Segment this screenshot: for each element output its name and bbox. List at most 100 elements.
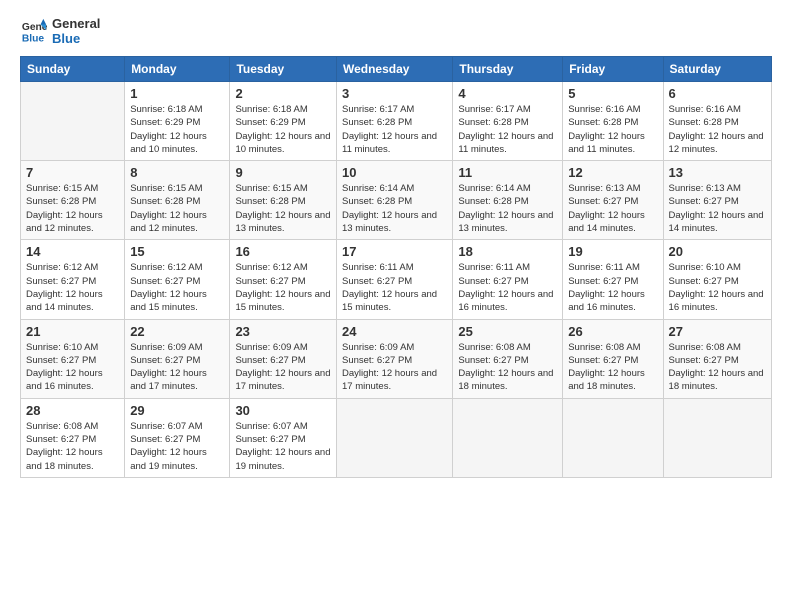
calendar-cell: 6 Sunrise: 6:16 AMSunset: 6:28 PMDaylight… [663,82,771,161]
day-info: Sunrise: 6:10 AMSunset: 6:27 PMDaylight:… [669,261,766,314]
calendar-cell: 9 Sunrise: 6:15 AMSunset: 6:28 PMDaylight… [230,161,337,240]
day-number: 12 [568,165,657,180]
calendar-cell: 25 Sunrise: 6:08 AMSunset: 6:27 PMDayligh… [453,319,563,398]
calendar-cell [21,82,125,161]
day-number: 30 [235,403,331,418]
logo-line1: General [52,16,100,31]
day-number: 8 [130,165,224,180]
calendar-cell: 13 Sunrise: 6:13 AMSunset: 6:27 PMDayligh… [663,161,771,240]
header-saturday: Saturday [663,57,771,82]
calendar-week-5: 28 Sunrise: 6:08 AMSunset: 6:27 PMDayligh… [21,398,772,477]
day-info: Sunrise: 6:16 AMSunset: 6:28 PMDaylight:… [568,103,657,156]
day-number: 28 [26,403,119,418]
day-info: Sunrise: 6:10 AMSunset: 6:27 PMDaylight:… [26,341,119,394]
day-info: Sunrise: 6:08 AMSunset: 6:27 PMDaylight:… [26,420,119,473]
day-info: Sunrise: 6:07 AMSunset: 6:27 PMDaylight:… [235,420,331,473]
calendar-cell: 26 Sunrise: 6:08 AMSunset: 6:27 PMDayligh… [563,319,663,398]
calendar-cell: 17 Sunrise: 6:11 AMSunset: 6:27 PMDayligh… [336,240,452,319]
calendar-cell: 1 Sunrise: 6:18 AMSunset: 6:29 PMDaylight… [125,82,230,161]
calendar-cell: 10Sunrise: 6:14 AMSunset: 6:28 PMDayligh… [336,161,452,240]
calendar-cell: 5 Sunrise: 6:16 AMSunset: 6:28 PMDaylight… [563,82,663,161]
day-info: Sunrise: 6:16 AMSunset: 6:28 PMDaylight:… [669,103,766,156]
calendar-week-3: 14 Sunrise: 6:12 AMSunset: 6:27 PMDayligh… [21,240,772,319]
calendar-week-2: 7 Sunrise: 6:15 AMSunset: 6:28 PMDaylight… [21,161,772,240]
day-info: Sunrise: 6:18 AMSunset: 6:29 PMDaylight:… [235,103,331,156]
day-info: Sunrise: 6:12 AMSunset: 6:27 PMDaylight:… [130,261,224,314]
day-number: 13 [669,165,766,180]
calendar-cell: 7 Sunrise: 6:15 AMSunset: 6:28 PMDaylight… [21,161,125,240]
day-number: 19 [568,244,657,259]
day-number: 23 [235,324,331,339]
day-number: 6 [669,86,766,101]
day-info: Sunrise: 6:11 AMSunset: 6:27 PMDaylight:… [568,261,657,314]
day-number: 26 [568,324,657,339]
day-number: 1 [130,86,224,101]
day-number: 18 [458,244,557,259]
day-info: Sunrise: 6:15 AMSunset: 6:28 PMDaylight:… [26,182,119,235]
day-number: 3 [342,86,447,101]
day-info: Sunrise: 6:09 AMSunset: 6:27 PMDaylight:… [130,341,224,394]
calendar-header-row: SundayMondayTuesdayWednesdayThursdayFrid… [21,57,772,82]
calendar-cell [336,398,452,477]
day-number: 15 [130,244,224,259]
page-header: General Blue General Blue [20,16,772,46]
calendar-cell: 30 Sunrise: 6:07 AMSunset: 6:27 PMDayligh… [230,398,337,477]
day-number: 7 [26,165,119,180]
calendar-cell: 22 Sunrise: 6:09 AMSunset: 6:27 PMDayligh… [125,319,230,398]
calendar-cell: 21 Sunrise: 6:10 AMSunset: 6:27 PMDayligh… [21,319,125,398]
day-number: 22 [130,324,224,339]
calendar-cell: 28 Sunrise: 6:08 AMSunset: 6:27 PMDayligh… [21,398,125,477]
day-number: 9 [235,165,331,180]
calendar-cell: 29Sunrise: 6:07 AMSunset: 6:27 PMDayligh… [125,398,230,477]
day-info: Sunrise: 6:09 AMSunset: 6:27 PMDaylight:… [235,341,331,394]
logo: General Blue General Blue [20,16,100,46]
header-tuesday: Tuesday [230,57,337,82]
calendar-cell: 27 Sunrise: 6:08 AMSunset: 6:27 PMDayligh… [663,319,771,398]
day-number: 4 [458,86,557,101]
day-number: 21 [26,324,119,339]
day-info: Sunrise: 6:14 AMSunset: 6:28 PMDaylight:… [458,182,557,235]
day-info: Sunrise: 6:08 AMSunset: 6:27 PMDaylight:… [458,341,557,394]
calendar-cell: 15 Sunrise: 6:12 AMSunset: 6:27 PMDayligh… [125,240,230,319]
day-number: 17 [342,244,447,259]
header-friday: Friday [563,57,663,82]
day-info: Sunrise: 6:17 AMSunset: 6:28 PMDaylight:… [342,103,447,156]
day-info: Sunrise: 6:15 AMSunset: 6:28 PMDaylight:… [235,182,331,235]
calendar-cell: 23 Sunrise: 6:09 AMSunset: 6:27 PMDayligh… [230,319,337,398]
calendar-cell: 20Sunrise: 6:10 AMSunset: 6:27 PMDayligh… [663,240,771,319]
header-thursday: Thursday [453,57,563,82]
logo-line2: Blue [52,31,100,46]
calendar-cell: 19 Sunrise: 6:11 AMSunset: 6:27 PMDayligh… [563,240,663,319]
calendar-cell: 24Sunrise: 6:09 AMSunset: 6:27 PMDayligh… [336,319,452,398]
day-number: 27 [669,324,766,339]
day-info: Sunrise: 6:12 AMSunset: 6:27 PMDaylight:… [235,261,331,314]
calendar-cell: 18 Sunrise: 6:11 AMSunset: 6:27 PMDayligh… [453,240,563,319]
day-info: Sunrise: 6:08 AMSunset: 6:27 PMDaylight:… [568,341,657,394]
day-info: Sunrise: 6:18 AMSunset: 6:29 PMDaylight:… [130,103,224,156]
day-info: Sunrise: 6:13 AMSunset: 6:27 PMDaylight:… [669,182,766,235]
day-info: Sunrise: 6:11 AMSunset: 6:27 PMDaylight:… [458,261,557,314]
calendar-week-1: 1 Sunrise: 6:18 AMSunset: 6:29 PMDaylight… [21,82,772,161]
day-info: Sunrise: 6:12 AMSunset: 6:27 PMDaylight:… [26,261,119,314]
day-info: Sunrise: 6:11 AMSunset: 6:27 PMDaylight:… [342,261,447,314]
day-info: Sunrise: 6:17 AMSunset: 6:28 PMDaylight:… [458,103,557,156]
day-number: 25 [458,324,557,339]
day-info: Sunrise: 6:09 AMSunset: 6:27 PMDaylight:… [342,341,447,394]
day-info: Sunrise: 6:14 AMSunset: 6:28 PMDaylight:… [342,182,447,235]
day-number: 29 [130,403,224,418]
day-number: 14 [26,244,119,259]
day-info: Sunrise: 6:08 AMSunset: 6:27 PMDaylight:… [669,341,766,394]
calendar-cell [453,398,563,477]
calendar-cell: 3 Sunrise: 6:17 AMSunset: 6:28 PMDaylight… [336,82,452,161]
day-number: 16 [235,244,331,259]
day-number: 11 [458,165,557,180]
logo-icon: General Blue [20,17,48,45]
calendar-cell [563,398,663,477]
calendar-week-4: 21 Sunrise: 6:10 AMSunset: 6:27 PMDayligh… [21,319,772,398]
day-info: Sunrise: 6:13 AMSunset: 6:27 PMDaylight:… [568,182,657,235]
calendar-cell [663,398,771,477]
svg-text:Blue: Blue [22,33,45,44]
day-number: 5 [568,86,657,101]
calendar-cell: 14 Sunrise: 6:12 AMSunset: 6:27 PMDayligh… [21,240,125,319]
calendar-cell: 2Sunrise: 6:18 AMSunset: 6:29 PMDaylight… [230,82,337,161]
